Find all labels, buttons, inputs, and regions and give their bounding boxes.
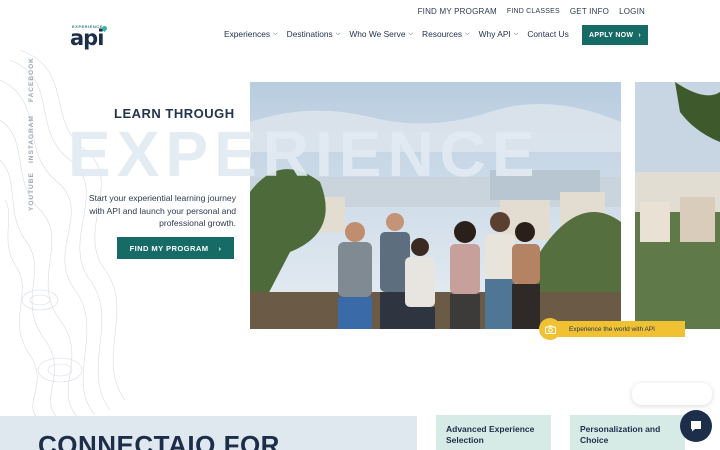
- chat-icon: [691, 421, 701, 432]
- chevron-down-icon: ⌵: [408, 30, 414, 37]
- card-personalization[interactable]: Personalization and Choice: [570, 415, 685, 450]
- nav-experiences[interactable]: Experiences ⌵: [224, 29, 278, 39]
- card-title: Advanced Experience Selection: [446, 424, 535, 445]
- nav-label: Resources: [422, 29, 463, 39]
- find-my-program-button[interactable]: FIND MY PROGRAM ›: [117, 237, 234, 259]
- nav-destinations[interactable]: Destinations ⌵: [287, 29, 341, 39]
- nav-contact-us[interactable]: Contact Us: [527, 29, 568, 39]
- camera-icon: [539, 318, 561, 340]
- hero-headline: EXPERIENCE: [68, 118, 541, 190]
- section-connect: CONNECTAIO FOR: [0, 416, 417, 450]
- chevron-right-icon: ›: [218, 243, 222, 253]
- social-facebook[interactable]: FACEBOOK: [28, 57, 35, 102]
- secondary-photo: [635, 82, 720, 329]
- chevron-down-icon: ⌵: [513, 30, 519, 37]
- topographic-pattern: [0, 49, 126, 420]
- caption-text: Experience the world with API: [569, 325, 655, 333]
- nav-label: Experiences: [224, 29, 271, 39]
- top-link-get-info[interactable]: GET INFO: [570, 7, 609, 16]
- apply-now-label: APPLY NOW: [589, 31, 634, 39]
- top-link-find-classes[interactable]: FIND CLASSES: [507, 8, 560, 15]
- social-instagram[interactable]: INSTAGRAM: [28, 115, 35, 163]
- chat-button[interactable]: [680, 410, 712, 442]
- chevron-down-icon: ⌵: [273, 30, 278, 37]
- photo-caption: Experience the world with API: [547, 321, 685, 337]
- chevron-down-icon: ⌵: [335, 30, 341, 37]
- utility-links: FIND MY PROGRAM FIND CLASSES GET INFO LO…: [418, 7, 645, 16]
- top-link-find-program[interactable]: FIND MY PROGRAM: [418, 7, 497, 16]
- nav-label: Contact Us: [527, 29, 569, 39]
- find-my-program-label: FIND MY PROGRAM: [129, 243, 209, 253]
- chevron-down-icon: ⌵: [465, 30, 470, 37]
- chevron-right-icon: ›: [638, 31, 641, 39]
- logo-wordmark: api: [70, 26, 104, 50]
- nav-who-we-serve[interactable]: Who We Serve ⌵: [349, 29, 413, 39]
- nav-why-api[interactable]: Why API ⌵: [479, 29, 519, 39]
- nav-label: Destinations: [286, 29, 333, 39]
- top-link-login[interactable]: LOGIN: [619, 7, 645, 16]
- nav-resources[interactable]: Resources ⌵: [422, 29, 470, 39]
- apply-now-button[interactable]: APPLY NOW ›: [582, 25, 648, 45]
- chat-greeting-bubble[interactable]: [632, 383, 712, 405]
- section-heading: CONNECTAIO FOR: [38, 430, 280, 450]
- hero-intro: Start your experiential learning journey…: [88, 193, 236, 228]
- nav-label: Why API: [478, 29, 511, 39]
- card-advanced-experience[interactable]: Advanced Experience Selection: [436, 415, 551, 450]
- card-title: Personalization and Choice: [580, 424, 661, 445]
- social-youtube[interactable]: YOUTUBE: [28, 172, 35, 211]
- nav-label: Who We Serve: [349, 29, 406, 39]
- main-nav: Experiences ⌵ Destinations ⌵ Who We Serve ⌵…: [224, 29, 569, 39]
- api-logo[interactable]: EXPERIENCE api: [70, 24, 110, 50]
